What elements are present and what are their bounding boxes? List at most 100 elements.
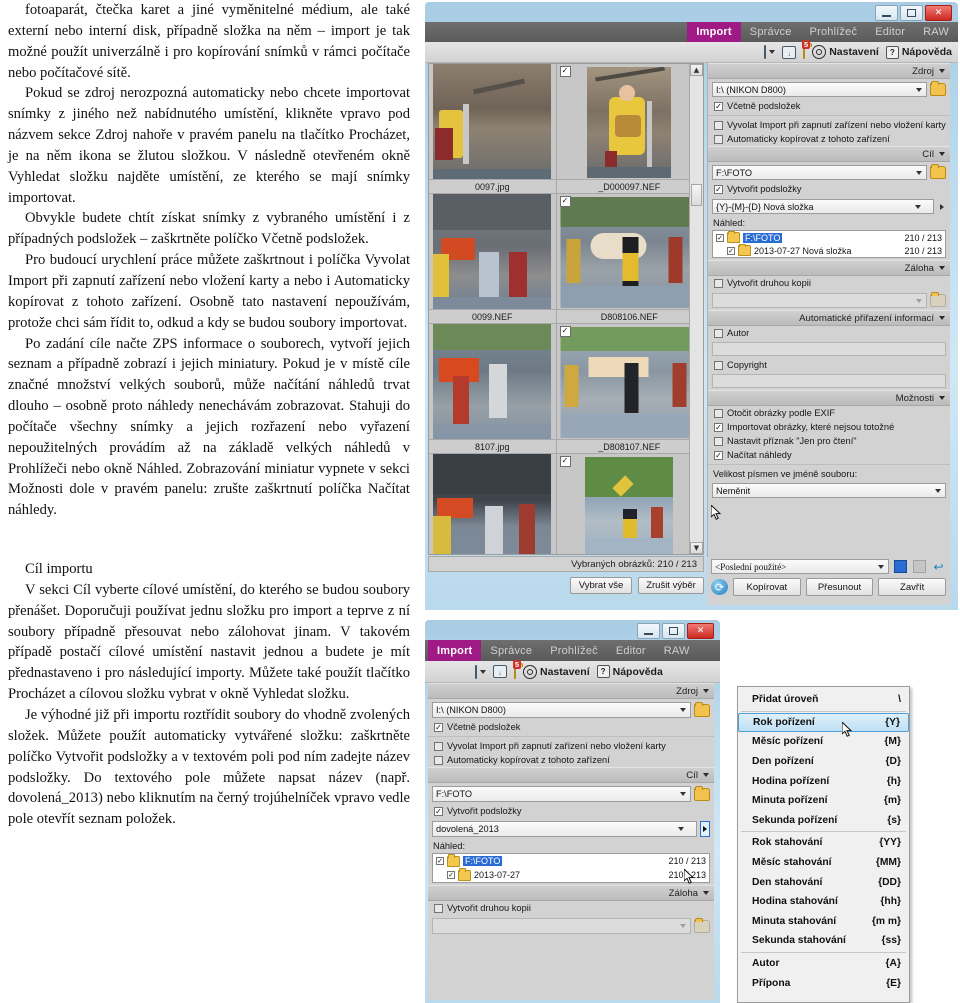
save-preset-button[interactable] <box>893 560 908 574</box>
auto-copy-checkbox[interactable]: ✓ Automaticky kopírovat z tohoto zařízen… <box>428 753 714 767</box>
thumbnail-grid[interactable]: 0097.jpg ✓ _D000097.NEF 0099.NEF ✓ D8081… <box>428 63 704 555</box>
settings-button[interactable]: Nastavení <box>523 664 590 679</box>
author-checkbox[interactable]: ✓ Autor <box>708 326 950 340</box>
target-combobox[interactable]: F:\FOTO <box>432 786 691 802</box>
create-subfolders-checkbox[interactable]: ✓ Vytvořit podsložky <box>708 182 950 196</box>
include-subfolders-checkbox[interactable]: ✓ Včetně podsložek <box>708 99 950 113</box>
tree-row[interactable]: ✓ F:\FOTO 210 / 213 <box>433 854 709 868</box>
thumbnail-checkbox[interactable]: ✓ <box>559 456 571 467</box>
menu-item-download-hour[interactable]: Hodina stahování {hh} <box>738 892 909 912</box>
section-header-auto-info[interactable]: Automatické přiřazení informací <box>708 310 950 326</box>
tab-import[interactable]: Import <box>687 22 741 42</box>
menu-item-capture-hour[interactable]: Hodina pořízení {h} <box>738 771 909 791</box>
invoke-import-checkbox[interactable]: ✓ Vyvolat Import při zapnutí zařízení ne… <box>428 739 714 753</box>
display-mode-button[interactable] <box>475 664 486 679</box>
tab-raw[interactable]: RAW <box>655 640 699 661</box>
thumbnail-item[interactable]: 0097.jpg <box>429 64 557 194</box>
browse-source-button[interactable] <box>930 81 946 97</box>
tab-raw[interactable]: RAW <box>914 22 958 42</box>
tab-import[interactable]: Import <box>428 640 482 661</box>
checkbox-box[interactable]: ✓ <box>727 246 735 255</box>
menu-item-download-day[interactable]: Den stahování {DD} <box>738 872 909 892</box>
second-copy-checkbox[interactable]: ✓ Vytvořit druhou kopii <box>428 901 714 915</box>
tab-editor[interactable]: Editor <box>866 22 914 42</box>
subfolder-pattern-context-menu[interactable]: Přidat úroveň \ Rok pořízení {Y} Měsíc p… <box>737 686 910 1003</box>
thumbnail-item[interactable]: ✓ D808106.NEF <box>556 194 703 324</box>
close-button[interactable]: ✕ <box>687 623 714 639</box>
download-button[interactable]: ↓ <box>782 45 797 59</box>
import-not-identical-checkbox[interactable]: ✓ Importovat obrázky, které nejsou totož… <box>708 420 950 434</box>
menu-item-capture-second[interactable]: Sekunda pořízení {s} <box>738 811 909 831</box>
close-action-button[interactable]: Zavřít <box>878 578 947 596</box>
tab-prohlizec[interactable]: Prohlížeč <box>801 22 867 42</box>
section-header-backup[interactable]: Záloha <box>428 885 714 901</box>
delete-preset-button[interactable] <box>912 560 927 574</box>
target-combobox[interactable]: F:\FOTO <box>712 165 927 180</box>
copy-button[interactable]: Kopírovat <box>733 578 801 596</box>
tab-spravce[interactable]: Správce <box>741 22 801 42</box>
menu-item-capture-day[interactable]: Den pořízení {D} <box>738 752 909 772</box>
create-subfolders-checkbox[interactable]: ✓ Vytvořit podsložky <box>428 804 714 818</box>
section-header-options[interactable]: Možnosti <box>708 390 950 406</box>
select-all-button[interactable]: Vybrat vše <box>570 577 632 594</box>
pattern-menu-button[interactable] <box>937 199 946 214</box>
thumbnail-item[interactable] <box>429 454 557 554</box>
section-header-backup[interactable]: Záloha <box>708 260 950 276</box>
download-button[interactable]: ↓ <box>493 665 507 678</box>
backup-path-combobox[interactable] <box>712 293 927 308</box>
menu-item-capture-year[interactable]: Rok pořízení {Y} <box>738 712 909 733</box>
scrollbar-thumb[interactable] <box>691 184 702 206</box>
thumbnail-item[interactable]: ✓ _D808107.NEF <box>556 324 703 454</box>
source-combobox[interactable]: I:\ (NIKON D800) <box>432 702 691 718</box>
load-thumbnails-checkbox[interactable]: ✓ Načítat náhledy <box>708 448 950 462</box>
refresh-button[interactable]: ⟳ <box>711 579 728 595</box>
thumbnail-scrollbar[interactable]: ▲ ▼ <box>689 64 703 554</box>
close-button[interactable]: ✕ <box>925 5 952 21</box>
move-button[interactable]: Přesunout <box>805 578 874 596</box>
history-combobox[interactable]: <Poslední použité> <box>711 559 889 574</box>
menu-item-author[interactable]: Autor {A} <box>738 954 909 974</box>
menu-item-download-second[interactable]: Sekunda stahování {ss} <box>738 931 909 951</box>
checkbox-box[interactable]: ✓ <box>447 871 455 879</box>
minimize-button[interactable] <box>875 5 898 21</box>
thumbnail-item[interactable]: 0099.NEF <box>429 194 557 324</box>
include-subfolders-checkbox[interactable]: ✓ Včetně podsložek <box>428 720 714 734</box>
filename-case-combobox[interactable]: Neměnit <box>712 483 946 498</box>
subfolder-pattern-combobox[interactable]: {Y}-{M}-{D} Nová složka <box>712 199 934 214</box>
browse-target-button[interactable] <box>930 164 946 180</box>
tree-row[interactable]: ✓ F:\FOTO 210 / 213 <box>713 230 945 244</box>
menu-item-capture-minute[interactable]: Minuta pořízení {m} <box>738 791 909 811</box>
display-mode-button[interactable] <box>764 45 776 59</box>
menu-item-download-year[interactable]: Rok stahování {YY} <box>738 833 909 853</box>
menu-item-extension[interactable]: Přípona {E} <box>738 973 909 993</box>
tab-editor[interactable]: Editor <box>607 640 655 661</box>
section-header-source[interactable]: Zdroj <box>708 63 950 79</box>
maximize-button[interactable] <box>662 623 685 639</box>
checkbox-box[interactable]: ✓ <box>436 857 444 865</box>
auto-copy-checkbox[interactable]: ✓ Automaticky kopírovat z tohoto zařízen… <box>708 132 950 146</box>
second-copy-checkbox[interactable]: ✓ Vytvořit druhou kopii <box>708 276 950 290</box>
checkbox-box[interactable]: ✓ <box>716 233 724 242</box>
browse-backup-button[interactable] <box>930 292 946 308</box>
menu-item-download-month[interactable]: Měsíc stahování {MM} <box>738 853 909 873</box>
clear-selection-button[interactable]: Zrušit výběr <box>638 577 704 594</box>
settings-button[interactable]: Nastavení <box>812 45 879 59</box>
browse-target-button[interactable] <box>694 785 710 802</box>
menu-item-capture-month[interactable]: Měsíc pořízení {M} <box>738 732 909 752</box>
tab-prohlizec[interactable]: Prohlížeč <box>541 640 607 661</box>
scroll-up-arrow[interactable]: ▲ <box>690 64 703 76</box>
tree-row[interactable]: ✓ 2013-07-27 210 / 213 <box>433 868 709 882</box>
notifications-button[interactable]: 5 <box>512 659 521 679</box>
menu-item-download-minute[interactable]: Minuta stahování {m m} <box>738 912 909 932</box>
thumbnail-item[interactable]: ✓ _D000097.NEF <box>556 64 703 194</box>
copyright-input[interactable] <box>712 374 946 388</box>
thumbnail-item[interactable]: 8107.jpg <box>429 324 557 454</box>
target-preview-tree[interactable]: ✓ F:\FOTO 210 / 213 ✓ 2013-07-27 210 / 2… <box>432 853 710 883</box>
tab-spravce[interactable]: Správce <box>481 640 541 661</box>
target-preview-tree[interactable]: ✓ F:\FOTO 210 / 213 ✓ 2013-07-27 Nová sl… <box>712 230 946 258</box>
menu-item-add-level[interactable]: Přidat úroveň \ <box>738 690 909 710</box>
browse-source-button[interactable] <box>694 701 710 718</box>
rotate-exif-checkbox[interactable]: ✓ Otočit obrázky podle EXIF <box>708 406 950 420</box>
help-button[interactable]: ? Nápověda <box>596 665 663 678</box>
browse-backup-button[interactable] <box>694 917 710 934</box>
